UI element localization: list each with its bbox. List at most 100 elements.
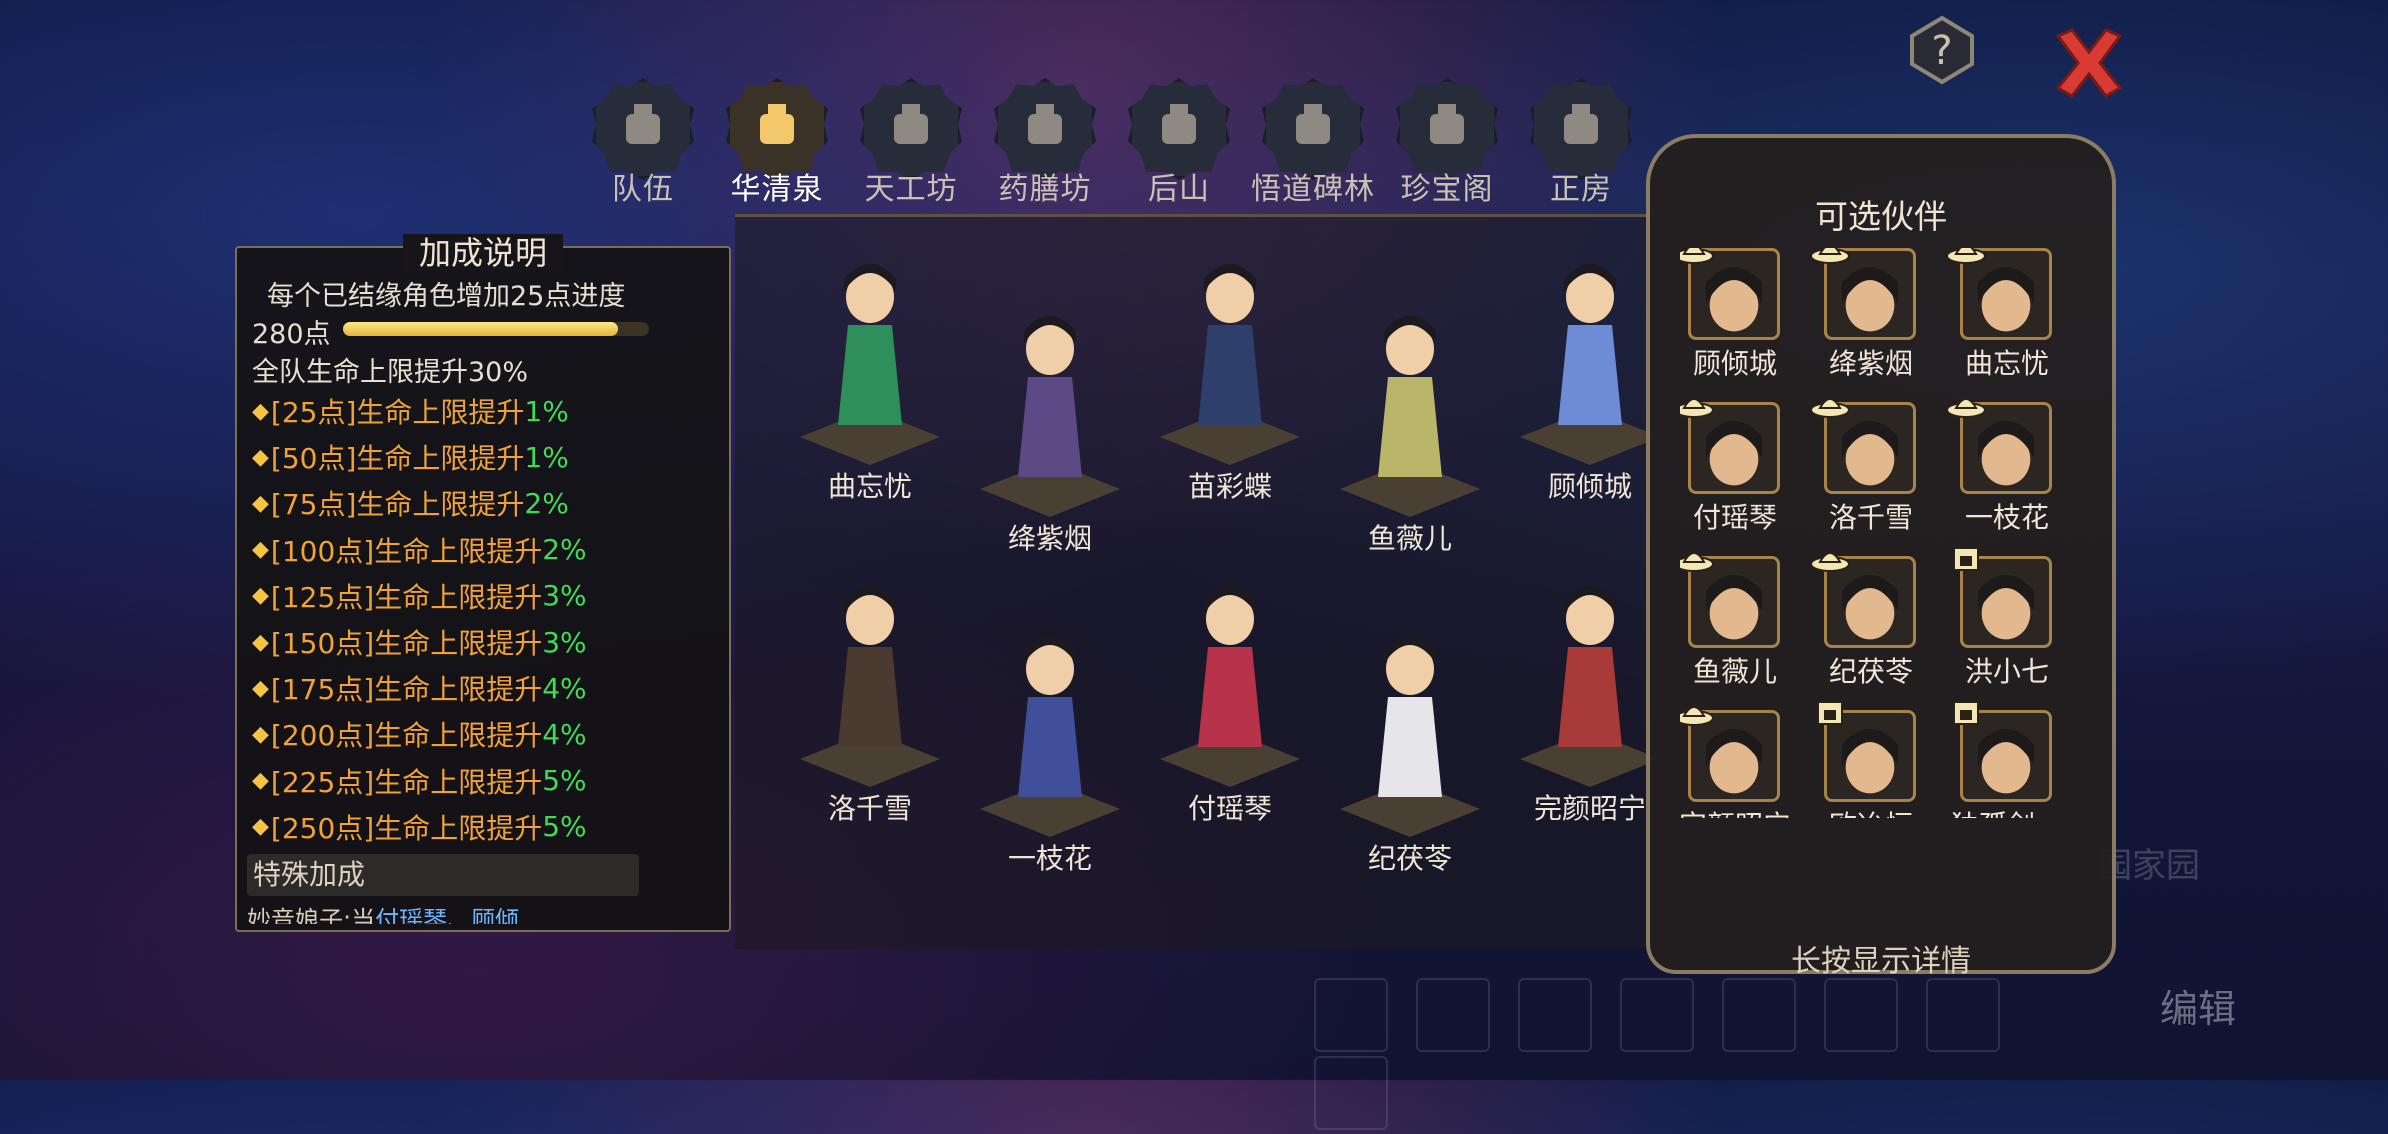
tier-text: 生命上限提升 — [374, 811, 543, 845]
character-sprite — [1378, 636, 1442, 797]
companion-item[interactable]: 完颜昭宁 — [1680, 706, 1791, 818]
svg-text:?: ? — [1931, 28, 1952, 74]
character-sprite — [838, 264, 902, 425]
character-name: 鱼薇儿 — [1367, 522, 1452, 555]
stage-character[interactable]: 苗彩蝶 — [1140, 245, 1320, 505]
help-button[interactable]: ? — [1906, 14, 1978, 86]
close-button[interactable] — [2048, 22, 2130, 104]
companion-name: 洛千雪 — [1828, 501, 1913, 534]
character-sprite — [838, 586, 902, 747]
tier-value: 1% — [524, 440, 569, 474]
diamond-icon: ◆ — [252, 583, 269, 609]
tier-value: 4% — [542, 717, 587, 751]
bonus-tier-item: ◆ [25点] 生命上限提升 1% — [252, 388, 587, 434]
diamond-icon: ◆ — [252, 444, 269, 470]
companion-item[interactable]: 洪小七 — [1952, 547, 2062, 706]
tier-value: 5% — [542, 764, 587, 798]
tier-text: 生命上限提升 — [374, 719, 543, 753]
hat-badge-icon — [1680, 398, 1714, 418]
hat-badge-icon — [1810, 552, 1850, 572]
companion-item[interactable]: 曲忘忧 — [1946, 248, 2062, 398]
companion-panel: 可选伙伴 顾倾城 绛紫烟 曲忘忧付瑶琴 洛千雪 一枝花鱼薇儿 纪茯苓 洪小七完颜昭宁欧冶恒独… — [1646, 134, 2116, 979]
tab-main-house[interactable]: 正房 — [1516, 78, 1646, 208]
companion-item[interactable]: 洛千雪 — [1810, 398, 1926, 552]
background-slots — [1300, 978, 2100, 1130]
bonus-tier-item: ◆ [50点] 生命上限提升 1% — [252, 434, 587, 480]
tier-text: 生命上限提升 — [356, 488, 525, 522]
companion-name: 曲忘忧 — [1964, 347, 2049, 380]
tier-value: 5% — [542, 810, 587, 844]
companion-item[interactable]: 独孤剑一 — [1951, 701, 2063, 818]
tier-threshold: [100点] — [270, 534, 375, 568]
hat-badge-icon — [1946, 398, 1986, 418]
companion-item[interactable]: 顾倾城 — [1680, 248, 1790, 398]
diamond-icon: ◆ — [252, 768, 269, 794]
stage-character[interactable]: 付瑶琴 — [1140, 567, 1320, 827]
companion-name: 一枝花 — [1964, 501, 2049, 534]
companion-grid[interactable]: 顾倾城 绛紫烟 曲忘忧付瑶琴 洛千雪 一枝花鱼薇儿 纪茯苓 洪小七完颜昭宁欧冶恒独孤剑一 — [1680, 248, 2080, 818]
diamond-icon: ◆ — [252, 675, 269, 701]
tier-threshold: [225点] — [270, 765, 375, 799]
stage-character[interactable]: 绛紫烟 — [960, 297, 1140, 557]
diamond-icon: ◆ — [252, 490, 269, 516]
companion-item[interactable]: 一枝花 — [1946, 398, 2062, 552]
stage-character[interactable]: 洛千雪 — [780, 567, 960, 827]
tier-value: 2% — [524, 486, 569, 520]
bonus-tier-list: ◆ [25点] 生命上限提升 1% ◆ [50点] 生命上限提升 1% ◆ [75点] 生命上限提升… — [252, 388, 587, 850]
bonus-tier-item: ◆ [225点] 生命上限提升 5% — [252, 758, 587, 804]
tab-workshop[interactable]: 天工坊 — [846, 78, 976, 208]
companion-item[interactable]: 纪茯苓 — [1810, 552, 1926, 706]
stage-character[interactable]: 鱼薇儿 — [1320, 297, 1500, 557]
character-sprite — [1378, 316, 1442, 477]
tab-team[interactable]: 队伍 — [578, 78, 708, 208]
stage-character[interactable]: 曲忘忧 — [780, 245, 960, 505]
tier-value: 4% — [542, 671, 587, 705]
tier-text: 生命上限提升 — [356, 442, 525, 476]
tier-threshold: [25点] — [270, 396, 357, 430]
character-name: 洛千雪 — [827, 792, 912, 825]
character-sprite — [1198, 586, 1262, 747]
points-value: 280点 — [252, 319, 331, 350]
building-badge-icon — [1817, 701, 1843, 725]
tab-mountain[interactable]: 后山 — [1114, 78, 1244, 208]
bonus-tier-item: ◆ [150点] 生命上限提升 3% — [252, 619, 587, 665]
bonus-panel: 加成说明 每个已结缘角色增加25点进度 280点 全队生命上限提升30% ◆ [2… — [235, 234, 731, 932]
companion-name: 洪小七 — [1964, 655, 2049, 688]
character-sprite — [1018, 316, 1082, 477]
tier-threshold: [250点] — [270, 811, 375, 845]
stage-character[interactable]: 纪茯苓 — [1320, 617, 1500, 877]
tier-text: 生命上限提升 — [374, 627, 543, 661]
companion-hint: 长按显示详情 — [1791, 944, 1971, 979]
character-sprite — [1558, 586, 1622, 747]
hat-badge-icon — [1680, 552, 1714, 572]
character-sprite — [1018, 636, 1082, 797]
tab-treasure-pavilion[interactable]: 珍宝阁 — [1382, 78, 1512, 208]
character-stage: 曲忘忧 绛紫烟 苗彩蝶 鱼薇儿 顾倾城 洛千雪 一枝花 付瑶琴 纪茯苓 完颜昭宁 — [735, 214, 1660, 949]
companion-item[interactable]: 付瑶琴 — [1680, 398, 1790, 552]
companion-item[interactable]: 绛紫烟 — [1810, 248, 1926, 398]
stage-character[interactable]: 一枝花 — [960, 617, 1140, 877]
companion-name: 纪茯苓 — [1828, 655, 1913, 688]
tier-threshold: [150点] — [270, 627, 375, 661]
companion-item[interactable]: 鱼薇儿 — [1680, 552, 1790, 706]
tier-value: 1% — [524, 394, 569, 428]
bonus-tier-item: ◆ [100点] 生命上限提升 2% — [252, 527, 587, 573]
bonus-tier-item: ◆ [250点] 生命上限提升 5% — [252, 804, 587, 850]
tab-hot-spring[interactable]: 华清泉 — [712, 78, 842, 208]
companion-item[interactable]: 欧冶恒 — [1816, 701, 1926, 818]
close-icon — [2055, 28, 2123, 98]
hat-badge-icon — [1946, 248, 1986, 264]
character-name: 纪茯苓 — [1367, 842, 1452, 875]
companion-name: 独孤剑一 — [1932, 804, 2080, 818]
bonus-tier-item: ◆ [175点] 生命上限提升 4% — [252, 665, 587, 711]
diamond-icon: ◆ — [252, 537, 269, 563]
tab-kitchen[interactable]: 药膳坊 — [980, 78, 1110, 208]
tier-text: 生命上限提升 — [374, 580, 543, 614]
special-bonus-header[interactable]: 特殊加成 — [247, 854, 639, 896]
character-name: 绛紫烟 — [1007, 522, 1092, 555]
tab-stele[interactable]: 悟道碑林 — [1248, 78, 1378, 208]
diamond-icon: ◆ — [252, 629, 269, 655]
bonus-tier-item: ◆ [200点] 生命上限提升 4% — [252, 711, 587, 757]
edit-button[interactable]: 编辑 — [2160, 978, 2236, 1033]
tier-text: 生命上限提升 — [356, 396, 525, 430]
